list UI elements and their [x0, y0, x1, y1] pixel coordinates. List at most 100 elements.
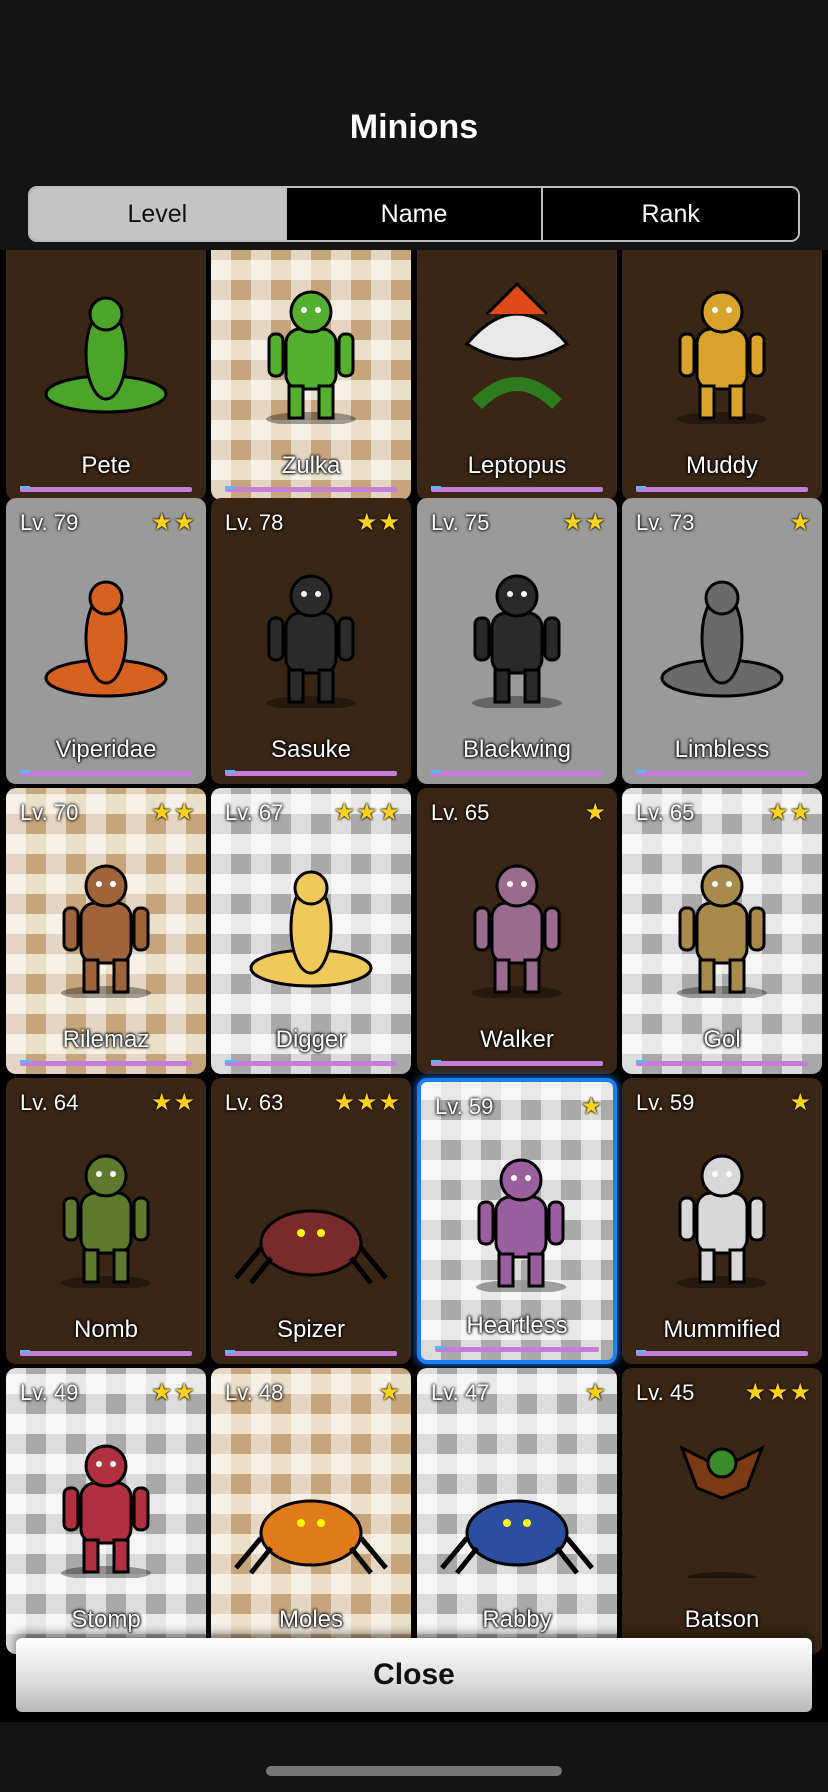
vulture-icon — [437, 558, 597, 710]
xp-bar — [20, 1350, 192, 1356]
header-bar: Minions — [0, 0, 828, 178]
minion-name: Spizer — [276, 1316, 346, 1343]
xp-bar — [431, 770, 603, 776]
minion-card[interactable]: Zulka — [211, 250, 411, 500]
xp-bar — [636, 770, 808, 776]
minion-card[interactable]: Lv. 65 ★ Walker — [417, 788, 617, 1074]
minion-card[interactable]: Lv. 59 ★ Heartless — [417, 1078, 617, 1364]
minion-level: Lv. 65 — [636, 800, 695, 825]
minion-name: Muddy — [685, 452, 759, 479]
spider-icon — [231, 1138, 391, 1288]
minion-card[interactable]: Lv. 78 ★★ Sasuke — [211, 498, 411, 784]
minion-name: Gol — [703, 1026, 741, 1053]
rank-stars-icon: ★★★ — [333, 1089, 401, 1116]
minion-card[interactable]: Lv. 49 ★★ Stomp — [6, 1368, 206, 1654]
tab-level[interactable]: Level — [30, 188, 285, 240]
crab-icon — [437, 1428, 597, 1578]
cobra-icon — [26, 558, 186, 708]
xp-bar — [435, 1346, 599, 1352]
goblin-icon — [26, 848, 186, 1000]
minion-level: Lv. 49 — [20, 1380, 79, 1405]
minion-name: Nomb — [73, 1316, 139, 1343]
minion-card[interactable]: Leptopus — [417, 250, 617, 500]
close-button[interactable]: Close — [16, 1638, 812, 1712]
minion-card[interactable]: Lv. 70 ★★ Rilemaz — [6, 788, 206, 1074]
ogre-icon — [26, 1138, 186, 1290]
minion-card[interactable]: Lv. 64 ★★ Nomb — [6, 1078, 206, 1364]
minion-card[interactable]: Pete — [6, 250, 206, 500]
xp-bar — [636, 1350, 808, 1356]
minion-name: Walker — [480, 1026, 554, 1053]
zombie-icon — [441, 1142, 601, 1294]
minion-name: Stomp — [71, 1606, 141, 1633]
minion-name: Rabby — [482, 1606, 552, 1633]
minion-card[interactable]: Lv. 75 ★★ Blackwing — [417, 498, 617, 784]
minion-level: Lv. 75 — [431, 510, 490, 535]
minion-level: Lv. 64 — [20, 1090, 79, 1115]
minion-level: Lv. 48 — [225, 1380, 284, 1405]
lizard-icon — [26, 274, 186, 424]
minion-name: Viperidae — [55, 736, 157, 763]
rank-stars-icon: ★★ — [150, 799, 196, 826]
xp-bar — [225, 1060, 397, 1066]
rank-stars-icon: ★ — [584, 799, 607, 826]
rank-stars-icon: ★ — [580, 1093, 603, 1120]
orc-warrior-icon — [231, 274, 391, 426]
xp-bar — [431, 486, 603, 492]
minion-card[interactable]: Lv. 45 ★★★ Batson — [622, 1368, 822, 1654]
minion-name: Zulka — [281, 452, 341, 479]
minion-level: Lv. 59 — [636, 1090, 695, 1115]
tab-rank[interactable]: Rank — [541, 188, 798, 240]
minion-level: Lv. 73 — [636, 510, 695, 535]
minion-card[interactable]: Lv. 67 ★★★ Digger — [211, 788, 411, 1074]
minion-level: Lv. 59 — [435, 1094, 494, 1119]
ninja-icon — [231, 558, 391, 710]
minion-card[interactable]: Lv. 63 ★★★ Spizer — [211, 1078, 411, 1364]
rank-stars-icon: ★★ — [150, 1089, 196, 1116]
minion-level: Lv. 78 — [225, 510, 284, 535]
minion-card[interactable]: Lv. 48 ★ Moles — [211, 1368, 411, 1654]
rank-stars-icon: ★ — [789, 509, 812, 536]
minion-card[interactable]: Muddy — [622, 250, 822, 500]
minion-card[interactable]: Lv. 59 ★ Mummified — [622, 1078, 822, 1364]
minion-name: Pete — [81, 452, 131, 479]
rank-stars-icon: ★★ — [561, 509, 607, 536]
xp-bar — [431, 1060, 603, 1066]
rank-stars-icon: ★★ — [150, 1379, 196, 1406]
minion-name: Limbless — [674, 736, 770, 763]
rank-stars-icon: ★★ — [150, 509, 196, 536]
minion-level: Lv. 79 — [20, 510, 79, 535]
minion-name: Sasuke — [270, 736, 352, 763]
worm-icon — [642, 558, 802, 708]
carnivorous-plant-icon — [437, 274, 597, 424]
mummy-icon — [642, 1138, 802, 1290]
minion-level: Lv. 70 — [20, 800, 79, 825]
rank-stars-icon: ★★ — [355, 509, 401, 536]
minion-name: Leptopus — [467, 452, 567, 479]
mud-monster-icon — [642, 274, 802, 426]
xp-bar — [20, 486, 192, 492]
rank-stars-icon: ★ — [584, 1379, 607, 1406]
minion-name: Mummified — [663, 1316, 781, 1343]
sort-segmented-control: Level Name Rank — [28, 186, 800, 242]
minion-grid-scroll[interactable]: Pete Zulka Leptopus Muddy Lv. 79 ★★ Vipe… — [0, 250, 828, 1722]
minion-name: Batson — [684, 1606, 760, 1633]
xp-bar — [225, 1350, 397, 1356]
page-title: Minions — [349, 108, 479, 146]
minion-card[interactable]: Lv. 65 ★★ Gol — [622, 788, 822, 1074]
golem-icon — [642, 848, 802, 1000]
bat-icon — [642, 1428, 802, 1584]
minion-card[interactable]: Lv. 79 ★★ Viperidae — [6, 498, 206, 784]
minion-name: Digger — [275, 1026, 347, 1053]
grub-icon — [231, 848, 391, 998]
home-indicator[interactable] — [266, 1766, 562, 1776]
minion-level: Lv. 45 — [636, 1380, 695, 1405]
minion-card[interactable]: Lv. 47 ★ Rabby — [417, 1368, 617, 1654]
minion-level: Lv. 65 — [431, 800, 490, 825]
xp-bar — [225, 486, 397, 492]
minion-name: Moles — [278, 1606, 344, 1633]
xp-bar — [636, 1060, 808, 1066]
tab-name[interactable]: Name — [284, 188, 542, 240]
minion-card[interactable]: Lv. 73 ★ Limbless — [622, 498, 822, 784]
minion-name: Blackwing — [462, 736, 572, 763]
